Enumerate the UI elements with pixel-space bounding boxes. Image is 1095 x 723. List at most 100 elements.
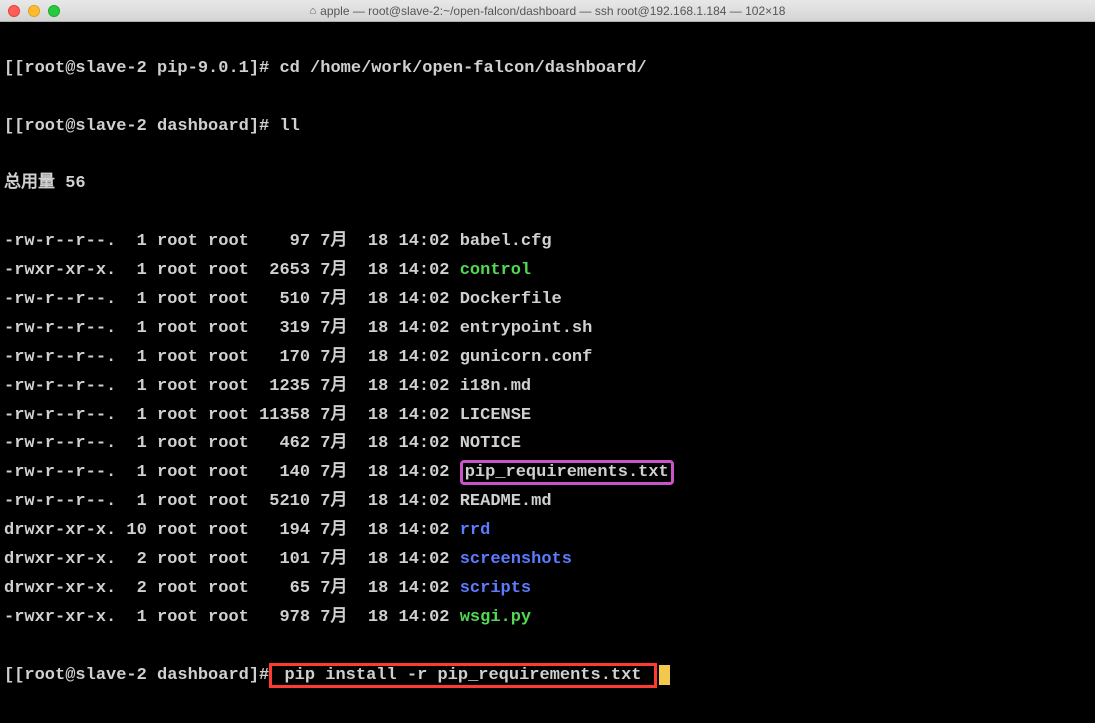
day: 18 (347, 377, 388, 396)
perm: drwxr-xr-x. (4, 579, 116, 598)
prompt-line-2: [[root@slave-2 dashboard]# ll (4, 113, 1091, 142)
prompt: [root@slave-2 dashboard]# (14, 117, 269, 136)
file-row: drwxr-xr-x. 2 root root 101 7月 18 14:02 … (4, 546, 1091, 575)
group: root (208, 521, 249, 540)
minimize-button[interactable] (28, 5, 40, 17)
perm: -rwxr-xr-x. (4, 608, 116, 627)
file-name: LICENSE (460, 406, 531, 425)
time: 14:02 (399, 492, 450, 511)
file-name: scripts (460, 579, 531, 598)
prompt-line-1: [[root@slave-2 pip-9.0.1]# cd /home/work… (4, 55, 1091, 84)
size: 510 (259, 290, 310, 309)
owner: root (157, 348, 198, 367)
bracket: [ (4, 117, 14, 136)
day: 18 (347, 492, 388, 511)
size: 140 (259, 463, 310, 482)
size: 5210 (259, 492, 310, 511)
time: 14:02 (399, 434, 450, 453)
day: 18 (347, 550, 388, 569)
file-name: i18n.md (460, 377, 531, 396)
month: 7月 (320, 521, 347, 540)
file-name: NOTICE (460, 434, 521, 453)
total-line: 总用量 56 (4, 170, 1091, 199)
owner: root (157, 319, 198, 338)
file-row: -rwxr-xr-x. 1 root root 2653 7月 18 14:02… (4, 257, 1091, 286)
terminal[interactable]: [[root@slave-2 pip-9.0.1]# cd /home/work… (0, 22, 1095, 723)
links: 1 (116, 463, 147, 482)
month: 7月 (320, 492, 347, 511)
owner: root (157, 290, 198, 309)
day: 18 (347, 290, 388, 309)
perm: -rw-r--r--. (4, 434, 116, 453)
file-listing: -rw-r--r--. 1 root root 97 7月 18 14:02 b… (4, 228, 1091, 632)
file-name: entrypoint.sh (460, 319, 593, 338)
size: 978 (259, 608, 310, 627)
links: 1 (116, 319, 147, 338)
group: root (208, 579, 249, 598)
close-button[interactable] (8, 5, 20, 17)
links: 1 (116, 232, 147, 251)
perm: -rw-r--r--. (4, 290, 116, 309)
owner: root (157, 521, 198, 540)
file-row: -rw-r--r--. 1 root root 462 7月 18 14:02 … (4, 430, 1091, 459)
month: 7月 (320, 319, 347, 338)
prompt-line-3: [[root@slave-2 dashboard]# pip install -… (4, 662, 1091, 691)
day: 18 (347, 261, 388, 280)
links: 2 (116, 579, 147, 598)
prompt: [root@slave-2 dashboard]# (14, 666, 269, 685)
group: root (208, 377, 249, 396)
links: 1 (116, 261, 147, 280)
maximize-button[interactable] (48, 5, 60, 17)
owner: root (157, 608, 198, 627)
size: 97 (259, 232, 310, 251)
day: 18 (347, 463, 388, 482)
file-name: rrd (460, 521, 491, 540)
size: 2653 (259, 261, 310, 280)
owner: root (157, 406, 198, 425)
month: 7月 (320, 232, 347, 251)
month: 7月 (320, 434, 347, 453)
month: 7月 (320, 579, 347, 598)
file-name: Dockerfile (460, 290, 562, 309)
time: 14:02 (399, 319, 450, 338)
perm: drwxr-xr-x. (4, 550, 116, 569)
file-row: -rw-r--r--. 1 root root 510 7月 18 14:02 … (4, 286, 1091, 315)
owner: root (157, 579, 198, 598)
month: 7月 (320, 377, 347, 396)
file-name: babel.cfg (460, 232, 552, 251)
group: root (208, 406, 249, 425)
group: root (208, 232, 249, 251)
owner: root (157, 492, 198, 511)
owner: root (157, 463, 198, 482)
time: 14:02 (399, 406, 450, 425)
perm: -rw-r--r--. (4, 348, 116, 367)
day: 18 (347, 521, 388, 540)
file-row: -rw-r--r--. 1 root root 11358 7月 18 14:0… (4, 402, 1091, 431)
file-name: control (460, 261, 531, 280)
file-row: -rw-r--r--. 1 root root 140 7月 18 14:02 … (4, 459, 1091, 488)
owner: root (157, 550, 198, 569)
time: 14:02 (399, 232, 450, 251)
time: 14:02 (399, 521, 450, 540)
time: 14:02 (399, 463, 450, 482)
window-controls (8, 5, 60, 17)
time: 14:02 (399, 348, 450, 367)
group: root (208, 492, 249, 511)
month: 7月 (320, 463, 347, 482)
prompt: [root@slave-2 pip-9.0.1]# (14, 59, 269, 78)
links: 1 (116, 608, 147, 627)
month: 7月 (320, 261, 347, 280)
home-icon: ⌂ (310, 5, 317, 17)
day: 18 (347, 348, 388, 367)
owner: root (157, 434, 198, 453)
month: 7月 (320, 550, 347, 569)
size: 65 (259, 579, 310, 598)
group: root (208, 319, 249, 338)
time: 14:02 (399, 608, 450, 627)
group: root (208, 608, 249, 627)
size: 11358 (259, 406, 310, 425)
perm: drwxr-xr-x. (4, 521, 116, 540)
cursor (659, 665, 670, 685)
links: 2 (116, 550, 147, 569)
size: 101 (259, 550, 310, 569)
